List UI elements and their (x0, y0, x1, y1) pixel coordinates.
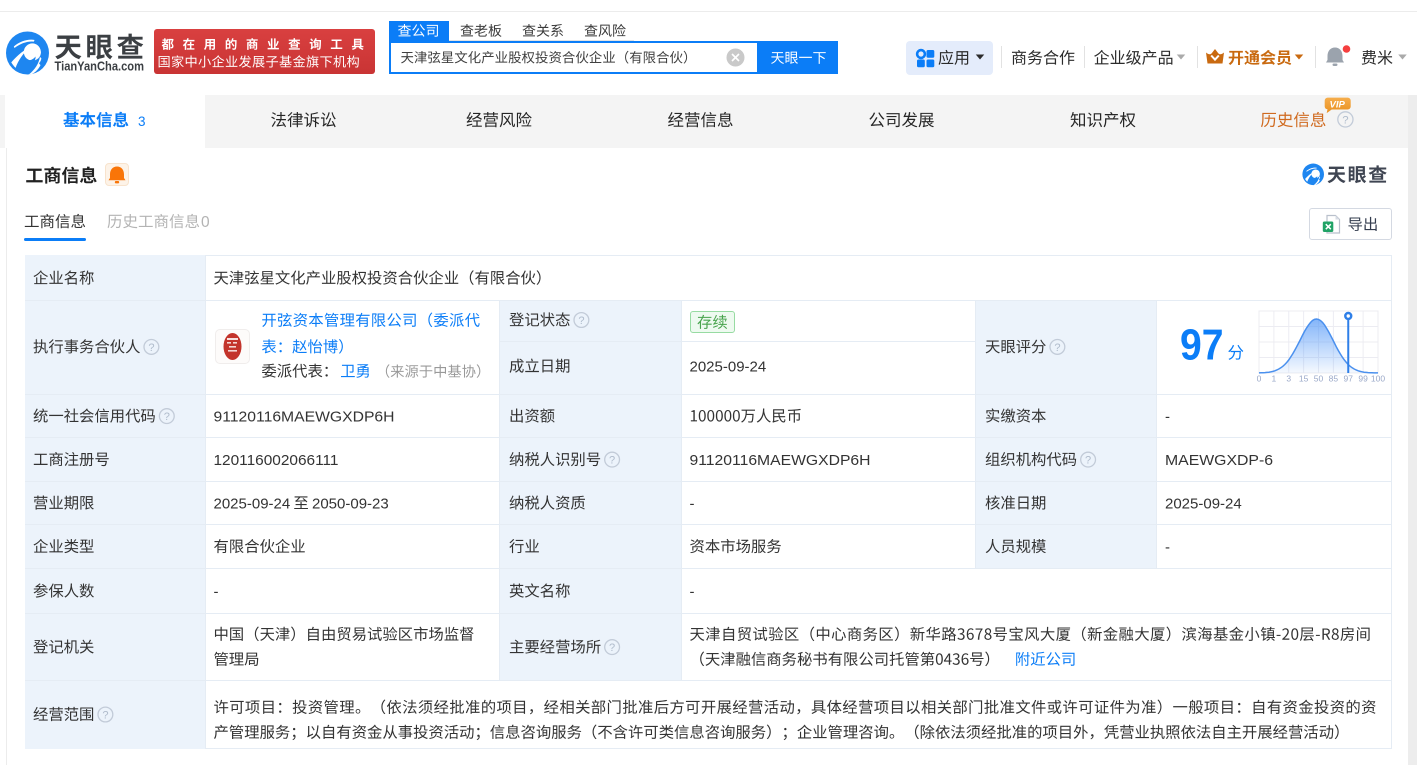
svg-text:?: ? (578, 315, 584, 327)
svg-text:-: - (1165, 408, 1170, 425)
svg-text:3: 3 (1286, 374, 1291, 384)
svg-text:1: 1 (1272, 374, 1277, 384)
svg-text:3: 3 (138, 114, 146, 129)
svg-text:2025-09-24: 2025-09-24 (1165, 495, 1242, 512)
svg-text:85: 85 (1329, 374, 1339, 384)
svg-text:2025-09-24: 2025-09-24 (690, 359, 767, 376)
svg-text:?: ? (1054, 342, 1060, 354)
svg-text:TianYanCha.com: TianYanCha.com (55, 60, 145, 74)
svg-text:?: ? (164, 411, 170, 423)
svg-text:?: ? (148, 342, 154, 354)
svg-text:99: 99 (1358, 374, 1368, 384)
svg-text:100: 100 (1371, 374, 1385, 384)
svg-text:?: ? (1342, 115, 1348, 127)
svg-text:0: 0 (1257, 374, 1262, 384)
svg-text:-: - (690, 495, 695, 512)
svg-text:VIP: VIP (1330, 99, 1346, 110)
svg-text:120116002066111: 120116002066111 (214, 452, 339, 469)
svg-text:?: ? (609, 642, 615, 654)
svg-text:-: - (690, 583, 695, 600)
svg-text:?: ? (102, 710, 108, 722)
svg-text:97: 97 (1180, 322, 1224, 370)
svg-text:-: - (1165, 539, 1170, 556)
svg-text:15: 15 (1299, 374, 1309, 384)
svg-text:50: 50 (1314, 374, 1324, 384)
svg-text:91120116MAEWGXDP6H: 91120116MAEWGXDP6H (214, 408, 395, 425)
svg-text:0: 0 (201, 214, 210, 231)
svg-text:2050-09-23: 2050-09-23 (312, 495, 389, 512)
svg-text:2025-09-24: 2025-09-24 (214, 495, 291, 512)
svg-text:?: ? (1085, 455, 1091, 467)
svg-text:97: 97 (1344, 374, 1354, 384)
svg-text:MAEWGXDP-6: MAEWGXDP-6 (1165, 452, 1273, 469)
svg-text:91120116MAEWGXDP6H: 91120116MAEWGXDP6H (690, 452, 871, 469)
svg-text:?: ? (609, 455, 615, 467)
svg-text:-: - (214, 583, 219, 600)
